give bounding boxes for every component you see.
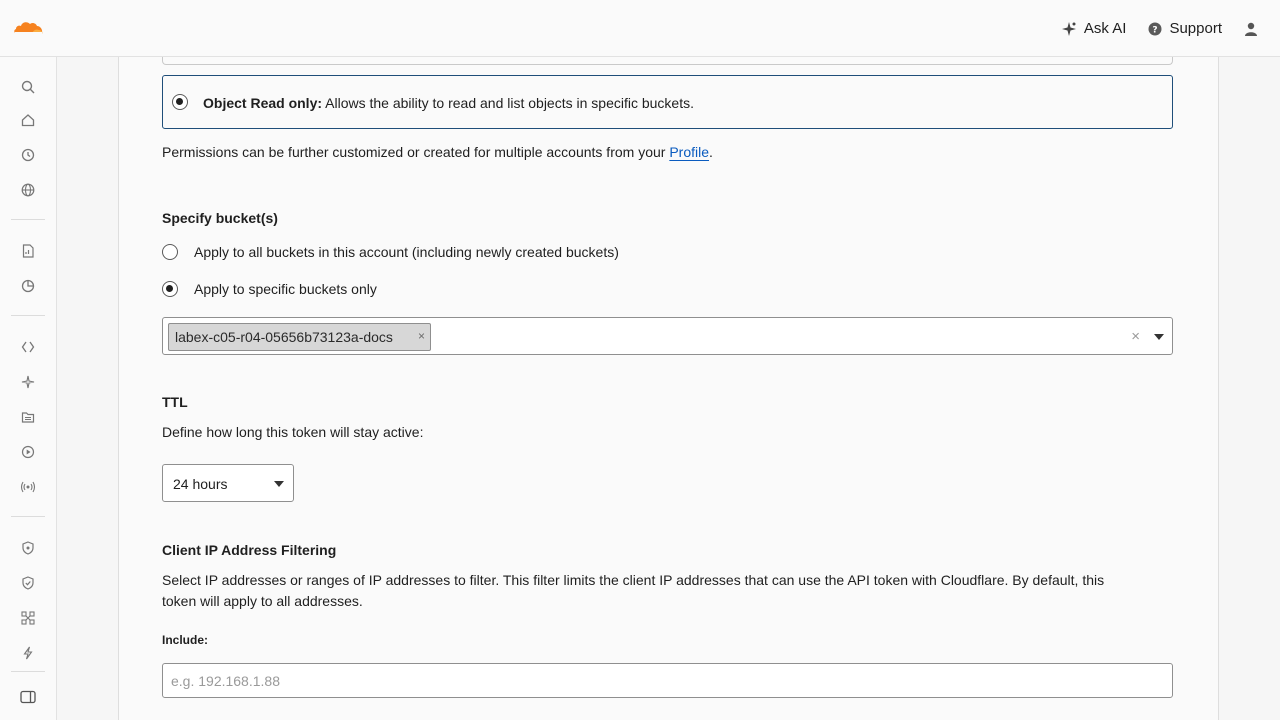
shield-icon[interactable]	[19, 539, 37, 557]
globe-icon[interactable]	[19, 181, 37, 199]
sparkle-icon	[1061, 21, 1077, 37]
apply-specific-buckets-label[interactable]: Apply to specific buckets only	[194, 280, 377, 298]
ttl-description: Define how long this token will stay act…	[162, 424, 424, 440]
ask-ai-label: Ask AI	[1083, 20, 1127, 37]
token-form-card: Object Read only: Allows the ability to …	[118, 57, 1219, 720]
top-bar: Ask AI ? Support	[0, 0, 1280, 57]
sidebar	[0, 57, 57, 720]
permissions-note: Permissions can be further customized or…	[162, 143, 713, 161]
network-icon[interactable]	[19, 609, 37, 627]
search-icon[interactable]	[19, 78, 37, 96]
sparkle-icon[interactable]	[19, 373, 37, 391]
apply-specific-buckets-radio[interactable]	[162, 281, 178, 297]
help-icon: ?	[1148, 22, 1162, 36]
object-read-radio[interactable]	[172, 94, 188, 110]
ttl-heading: TTL	[162, 394, 188, 410]
bucket-chip-label: labex-c05-r04-05656b73123a-docs	[175, 329, 393, 345]
shield-check-icon[interactable]	[19, 574, 37, 592]
permissions-note-text: Permissions can be further customized or…	[162, 144, 670, 160]
panel-icon[interactable]	[19, 688, 37, 706]
support-button[interactable]: ? Support	[1148, 20, 1222, 37]
apply-all-buckets-radio[interactable]	[162, 244, 178, 260]
previous-option-box[interactable]	[162, 57, 1173, 65]
user-menu-button[interactable]	[1244, 22, 1258, 36]
bucket-select[interactable]: labex-c05-r04-05656b73123a-docs × ×	[162, 317, 1173, 355]
svg-text:?: ?	[1153, 25, 1158, 35]
play-icon[interactable]	[19, 443, 37, 461]
object-read-label: Object Read only: Allows the ability to …	[203, 94, 694, 112]
permissions-note-end: .	[709, 144, 713, 160]
home-icon[interactable]	[19, 111, 37, 129]
user-icon	[1244, 22, 1258, 36]
include-ip-input[interactable]	[162, 663, 1173, 698]
bucket-chip: labex-c05-r04-05656b73123a-docs ×	[168, 323, 431, 351]
buckets-heading: Specify bucket(s)	[162, 210, 278, 226]
ip-filter-heading: Client IP Address Filtering	[162, 542, 337, 558]
ip-filter-description-2: token will apply to all addresses.	[162, 593, 363, 609]
chevron-down-icon[interactable]	[1154, 334, 1164, 340]
chevron-down-icon[interactable]	[274, 481, 284, 487]
code-icon[interactable]	[19, 338, 37, 356]
permission-option-object-read[interactable]: Object Read only: Allows the ability to …	[162, 75, 1173, 129]
ttl-selected-value: 24 hours	[173, 476, 228, 492]
cloudflare-logo[interactable]	[12, 18, 44, 38]
ip-filter-description-1: Select IP addresses or ranges of IP addr…	[162, 572, 1105, 588]
apply-all-buckets-label[interactable]: Apply to all buckets in this account (in…	[194, 243, 619, 261]
pie-chart-icon[interactable]	[19, 277, 37, 295]
ask-ai-button[interactable]: Ask AI	[1061, 20, 1127, 37]
bolt-icon[interactable]	[19, 644, 37, 662]
folder-icon[interactable]	[19, 408, 37, 426]
clear-selection-icon[interactable]: ×	[1131, 328, 1140, 345]
object-read-title: Object Read only:	[203, 95, 323, 111]
profile-link[interactable]: Profile	[669, 144, 709, 160]
document-chart-icon[interactable]	[19, 242, 37, 260]
ttl-select[interactable]: 24 hours	[162, 464, 294, 502]
support-label: Support	[1169, 20, 1222, 37]
main-content: Object Read only: Allows the ability to …	[57, 57, 1280, 720]
chip-remove-icon[interactable]: ×	[418, 329, 425, 343]
broadcast-icon[interactable]	[19, 478, 37, 496]
history-icon[interactable]	[19, 146, 37, 164]
include-label: Include:	[162, 633, 209, 647]
object-read-description: Allows the ability to read and list obje…	[322, 95, 694, 111]
